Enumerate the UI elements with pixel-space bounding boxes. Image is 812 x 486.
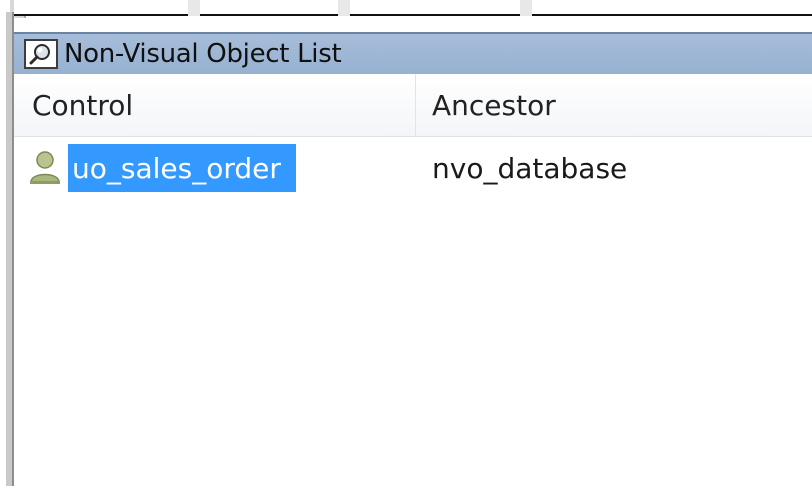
tab-separator (338, 0, 350, 16)
pane-title: Non-Visual Object List (64, 39, 342, 69)
tab-separator (520, 0, 532, 16)
parent-tab-1[interactable] (14, 0, 190, 16)
column-header-control[interactable]: Control (14, 74, 416, 136)
list-header: Control Ancestor (14, 74, 812, 137)
parent-tab-2[interactable] (200, 0, 338, 16)
control-cell[interactable]: uo_sales_order (68, 144, 296, 192)
tab-separator (188, 0, 200, 16)
list-item[interactable]: uo_sales_order nvo_database (14, 144, 812, 196)
ancestor-cell: nvo_database (432, 151, 628, 185)
parent-tab-strip (0, 0, 812, 18)
parent-tab-4[interactable] (532, 0, 812, 16)
column-header-ancestor[interactable]: Ancestor (416, 74, 812, 136)
user-object-icon (28, 150, 64, 186)
application-window: Non-Visual Object List Control Ancestor … (0, 0, 812, 486)
magnifier-icon (24, 39, 58, 69)
window-left-border (6, 12, 14, 486)
parent-tab-3[interactable] (350, 0, 520, 16)
pane-title-bar[interactable]: Non-Visual Object List (14, 32, 812, 74)
non-visual-object-list[interactable]: Control Ancestor uo_sales_order nvo_data… (14, 74, 812, 486)
